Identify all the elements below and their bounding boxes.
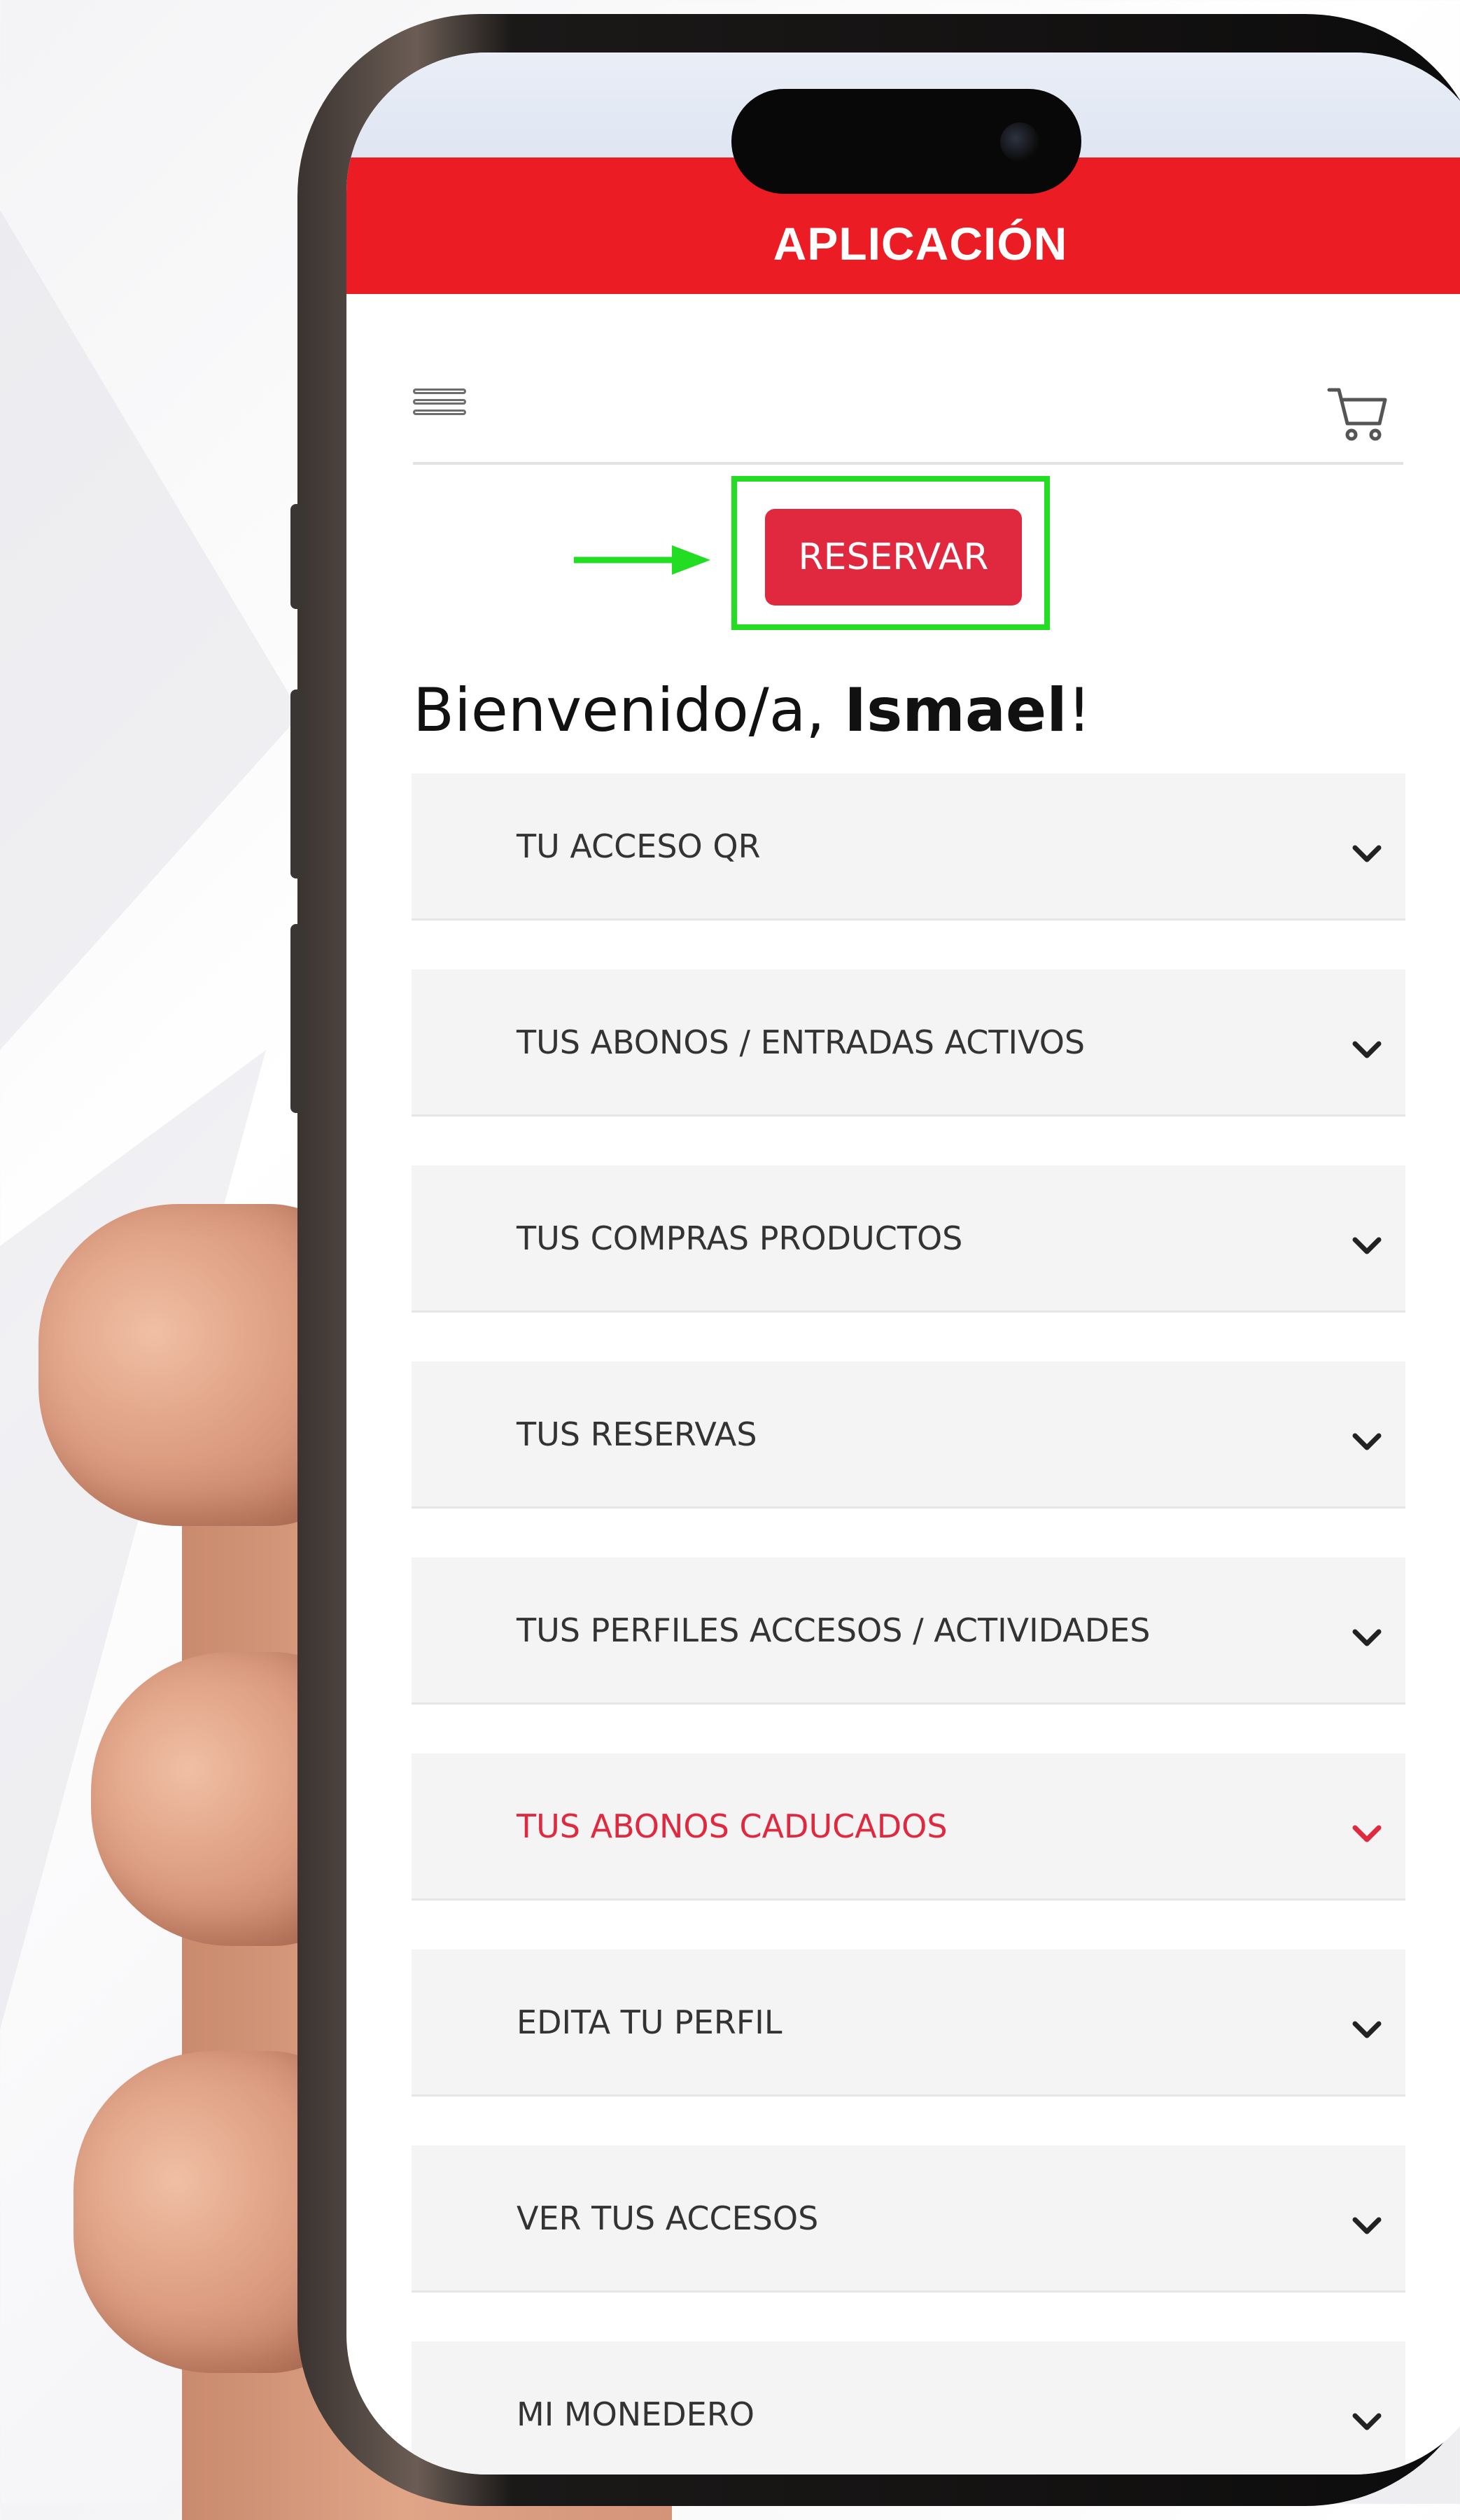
chevron-down-icon bbox=[1352, 1237, 1382, 1254]
accordion-label: MI MONEDERO bbox=[517, 2395, 754, 2433]
phone-screen: APLICACIÓN RESERVAR Bienvenido/a, Ismael… bbox=[346, 52, 1460, 2474]
chevron-down-icon bbox=[1352, 1629, 1382, 1646]
chevron-down-icon bbox=[1352, 1433, 1382, 1450]
accordion-mi-monedero[interactable]: MI MONEDERO bbox=[412, 2342, 1405, 2474]
shopping-cart-icon[interactable] bbox=[1326, 383, 1389, 446]
phone-side-button bbox=[290, 690, 306, 878]
accordion-tus-abonos-caducados[interactable]: TUS ABONOS CADUCADOS bbox=[412, 1754, 1405, 1900]
welcome-suffix: ! bbox=[1067, 676, 1092, 746]
accordion-label: EDITA TU PERFIL bbox=[517, 2003, 782, 2041]
chevron-down-icon bbox=[1352, 1825, 1382, 1842]
accordion-tus-perfiles-accesos-actividades[interactable]: TUS PERFILES ACCESOS / ACTIVIDADES bbox=[412, 1558, 1405, 1704]
top-navigation-bar bbox=[413, 332, 1403, 465]
user-name: Ismael bbox=[844, 676, 1067, 746]
chevron-down-icon bbox=[1352, 845, 1382, 862]
accordion-label: TU ACCESO QR bbox=[517, 827, 761, 865]
background-facet bbox=[0, 210, 301, 1050]
chevron-down-icon bbox=[1352, 1041, 1382, 1058]
phone-side-button bbox=[290, 504, 306, 609]
accordion-tus-compras-productos[interactable]: TUS COMPRAS PRODUCTOS bbox=[412, 1166, 1405, 1312]
accordion-label: TUS ABONOS CADUCADOS bbox=[517, 1807, 948, 1845]
phone-side-button bbox=[290, 924, 306, 1113]
hamburger-menu-icon[interactable] bbox=[413, 388, 466, 430]
camera-lens-icon bbox=[1000, 122, 1039, 162]
dynamic-island bbox=[731, 89, 1081, 194]
accordion-label: VER TUS ACCESOS bbox=[517, 2199, 819, 2237]
accordion-label: TUS PERFILES ACCESOS / ACTIVIDADES bbox=[517, 1611, 1151, 1649]
accordion-tus-abonos-entradas-activos[interactable]: TUS ABONOS / ENTRADAS ACTIVOS bbox=[412, 969, 1405, 1116]
accordion-ver-tus-accesos[interactable]: VER TUS ACCESOS bbox=[412, 2146, 1405, 2292]
welcome-heading: Bienvenido/a, Ismael! bbox=[413, 676, 1393, 746]
chevron-down-icon bbox=[1352, 2021, 1382, 2038]
pointer-arrow-icon bbox=[574, 545, 710, 575]
welcome-prefix: Bienvenido/a, bbox=[413, 676, 845, 746]
app-title: APLICACIÓN bbox=[773, 218, 1068, 270]
accordion-tus-reservas[interactable]: TUS RESERVAS bbox=[412, 1362, 1405, 1508]
accordion-label: TUS ABONOS / ENTRADAS ACTIVOS bbox=[517, 1023, 1086, 1061]
chevron-down-icon bbox=[1352, 2217, 1382, 2234]
accordion-tu-acceso-qr[interactable]: TU ACCESO QR bbox=[412, 774, 1405, 920]
accordion-edita-tu-perfil[interactable]: EDITA TU PERFIL bbox=[412, 1949, 1405, 2096]
reserve-button[interactable]: RESERVAR bbox=[765, 509, 1022, 606]
accordion-label: TUS COMPRAS PRODUCTOS bbox=[517, 1219, 963, 1257]
accordion-label: TUS RESERVAS bbox=[517, 1415, 757, 1453]
chevron-down-icon bbox=[1352, 2413, 1382, 2430]
